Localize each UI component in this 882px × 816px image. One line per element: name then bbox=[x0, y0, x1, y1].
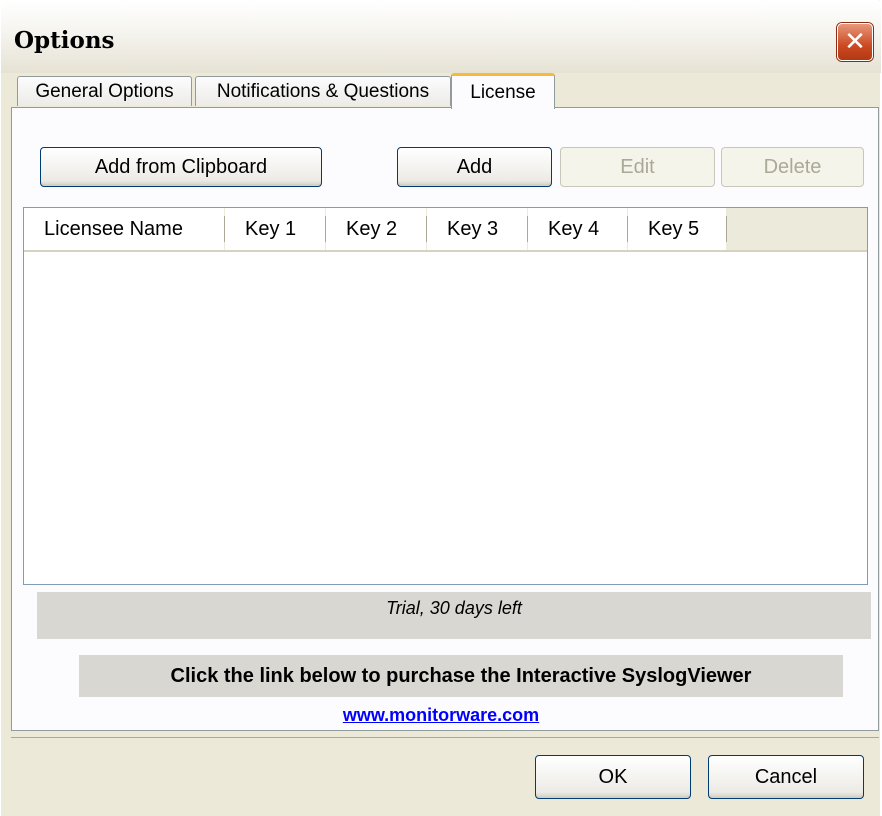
column-header-key-5[interactable]: Key 5 bbox=[628, 208, 726, 250]
close-button[interactable]: ✕ bbox=[837, 23, 873, 61]
column-header-key-4[interactable]: Key 4 bbox=[528, 208, 627, 250]
delete-button[interactable]: Delete bbox=[721, 147, 864, 187]
close-icon: ✕ bbox=[844, 27, 866, 57]
title-bar[interactable]: Options ✕ bbox=[1, 1, 881, 73]
trial-status-bar: Trial, 30 days left bbox=[37, 592, 871, 639]
tab-license[interactable]: License bbox=[451, 73, 555, 109]
list-header: Licensee Name Key 1 Key 2 Key 3 Key 4 Ke… bbox=[24, 208, 867, 252]
column-header-key-3[interactable]: Key 3 bbox=[427, 208, 527, 250]
column-header-key-2[interactable]: Key 2 bbox=[326, 208, 426, 250]
add-from-clipboard-button[interactable]: Add from Clipboard bbox=[40, 147, 322, 187]
trial-status-text: Trial, 30 days left bbox=[386, 598, 522, 618]
edit-button[interactable]: Edit bbox=[560, 147, 715, 187]
cancel-button[interactable]: Cancel bbox=[708, 755, 864, 799]
purchase-link[interactable]: www.monitorware.com bbox=[343, 705, 539, 725]
purchase-message: Click the link below to purchase the Int… bbox=[79, 655, 843, 697]
column-header-licensee-name[interactable]: Licensee Name bbox=[24, 208, 224, 250]
tab-notifications-questions[interactable]: Notifications & Questions bbox=[195, 76, 451, 106]
purchase-link-container: www.monitorware.com bbox=[1, 705, 881, 726]
add-button[interactable]: Add bbox=[397, 147, 552, 187]
column-header-key-1[interactable]: Key 1 bbox=[225, 208, 325, 250]
column-divider[interactable] bbox=[726, 216, 727, 242]
footer-divider bbox=[11, 737, 879, 738]
ok-button[interactable]: OK bbox=[535, 755, 691, 799]
dialog-title: Options bbox=[14, 27, 115, 54]
tab-strip: General Options Notifications & Question… bbox=[11, 73, 881, 109]
options-dialog: Options ✕ General Options Notifications … bbox=[0, 0, 881, 816]
license-list[interactable]: Licensee Name Key 1 Key 2 Key 3 Key 4 Ke… bbox=[23, 207, 868, 585]
tab-general-options[interactable]: General Options bbox=[17, 76, 192, 106]
